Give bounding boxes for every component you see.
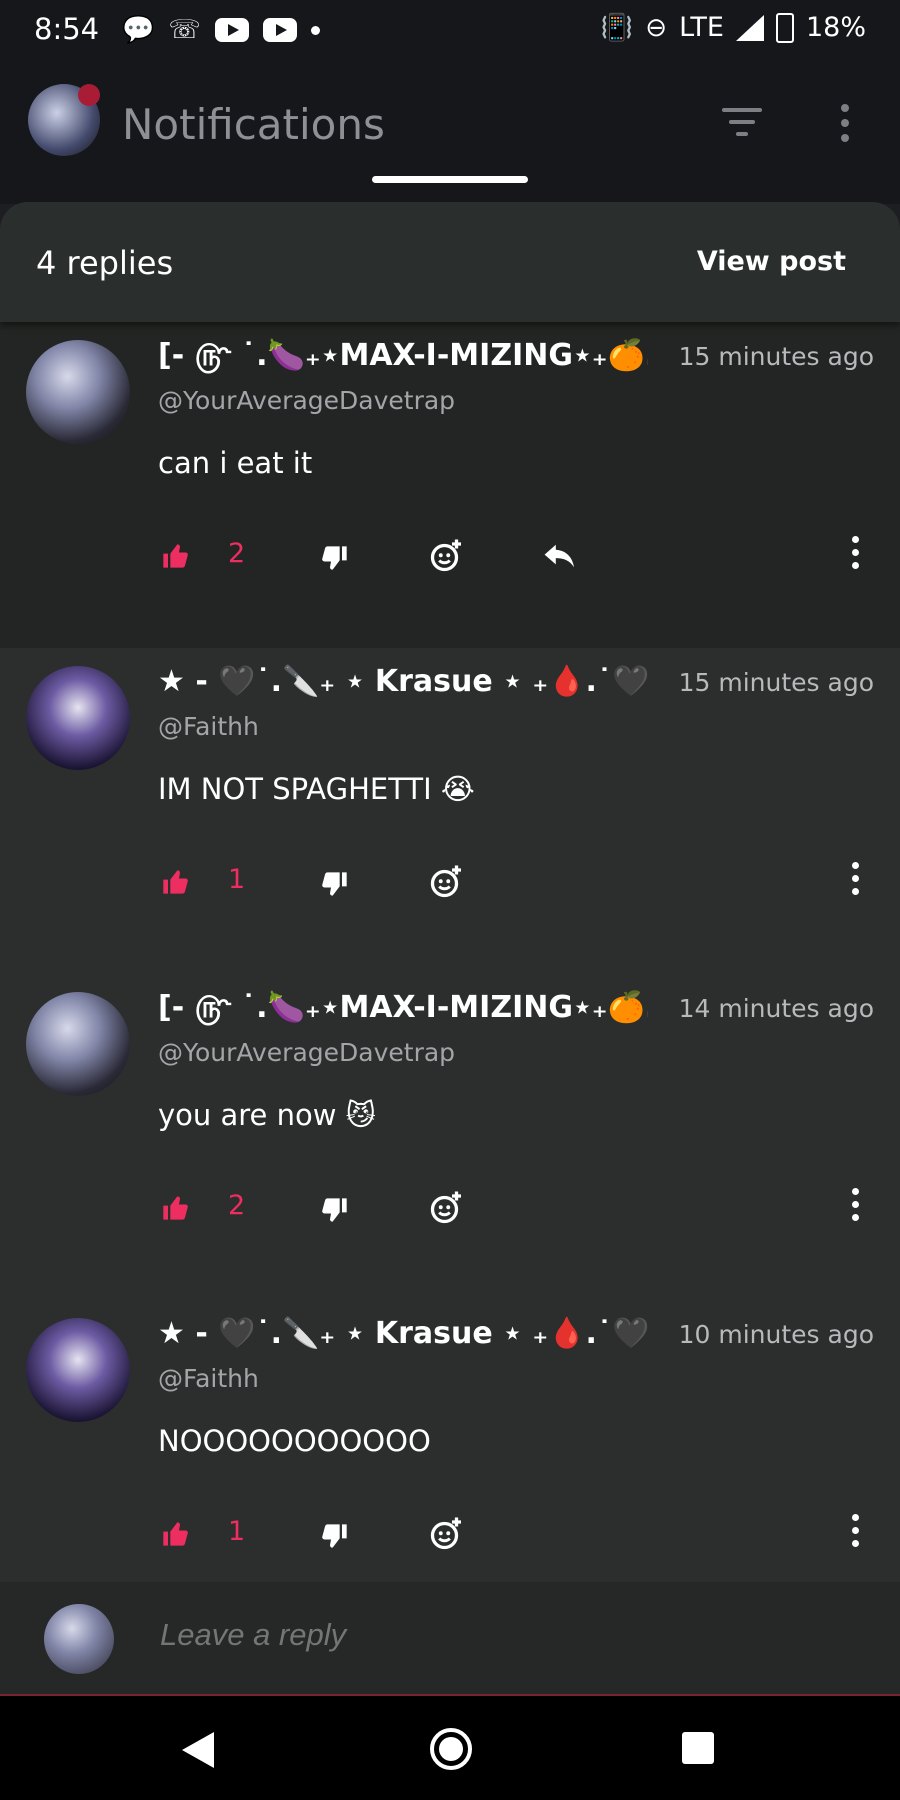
dislike-icon[interactable] — [320, 1522, 350, 1550]
more-options-icon[interactable] — [850, 1514, 860, 1554]
comment-author-name[interactable]: ★ - 🖤˙.🔪₊ ⋆ Krasue ⋆ ₊🩸.˙🖤 — [158, 664, 648, 699]
like-count: 1 — [228, 864, 246, 895]
dislike-icon[interactable] — [320, 1196, 350, 1224]
more-options-icon[interactable] — [850, 1188, 860, 1228]
more-options-icon[interactable] — [850, 862, 860, 902]
avatar[interactable] — [26, 340, 130, 444]
replies-count: 4 replies — [36, 244, 174, 282]
battery-percent: 18% — [805, 12, 866, 43]
status-bar: 8:54 💬 ☏ 📳 ⊖ LTE 18% — [0, 0, 900, 64]
comment-timestamp: 15 minutes ago — [678, 668, 874, 697]
comment-item: [- ௹ ˙.🍆₊⋆MAX-I-MIZING⋆₊🍊.˙ 14 minutes a… — [0, 974, 900, 1300]
add-reaction-icon[interactable] — [428, 864, 464, 900]
comment-author-handle[interactable]: @YourAverageDavetrap — [158, 386, 455, 415]
more-options-icon[interactable] — [850, 536, 860, 576]
comment-author-handle[interactable]: @Faithh — [158, 1364, 259, 1393]
reply-input[interactable] — [158, 1616, 567, 1654]
like-count: 1 — [228, 1516, 246, 1547]
comment-timestamp: 15 minutes ago — [678, 342, 874, 371]
comment-author-handle[interactable]: @Faithh — [158, 712, 259, 741]
filter-icon[interactable] — [722, 108, 762, 140]
comment-author-name[interactable]: [- ௹ ˙.🍆₊⋆MAX-I-MIZING⋆₊🍊.˙ — [158, 990, 648, 1029]
comment-timestamp: 14 minutes ago — [678, 994, 874, 1023]
comment-author-name[interactable]: ★ - 🖤˙.🔪₊ ⋆ Krasue ⋆ ₊🩸.˙🖤 — [158, 1316, 648, 1351]
comment-timestamp: 10 minutes ago — [678, 1320, 874, 1349]
sheet-header: 4 replies View post — [0, 202, 900, 322]
network-type: LTE — [679, 12, 724, 43]
comment-actions: 1 — [160, 862, 880, 904]
add-reaction-icon[interactable] — [428, 1516, 464, 1552]
comment-actions: 1 — [160, 1514, 880, 1556]
avatar[interactable] — [26, 992, 130, 1096]
vibrate-icon: 📳 — [600, 12, 634, 43]
avatar[interactable] — [26, 1318, 130, 1422]
comment-text: NOOOOOOOOOOO — [158, 1424, 431, 1458]
more-vert-icon[interactable] — [840, 104, 850, 146]
page-title: Notifications — [122, 100, 385, 149]
comment-item: ★ - 🖤˙.🔪₊ ⋆ Krasue ⋆ ₊🩸.˙🖤 15 minutes ag… — [0, 648, 900, 974]
system-icons: 📳 ⊖ LTE 18% — [601, 12, 866, 43]
like-count: 2 — [228, 538, 246, 569]
missed-call-icon: ☏ — [168, 15, 201, 45]
comment-text: you are now 😼 — [158, 1098, 376, 1132]
comment-text: can i eat it — [158, 446, 313, 480]
youtube-icon — [214, 18, 249, 42]
navigation-bar — [0, 1696, 900, 1800]
youtube-icon — [262, 18, 297, 42]
like-icon[interactable] — [160, 542, 190, 570]
add-reaction-icon[interactable] — [428, 1190, 464, 1226]
signal-icon — [735, 14, 764, 41]
comment-actions: 2 — [160, 1188, 880, 1230]
do-not-disturb-icon: ⊖ — [645, 12, 668, 43]
like-icon[interactable] — [160, 1520, 190, 1548]
app-bar: Notifications — [0, 64, 900, 204]
recent-apps-icon[interactable] — [682, 1732, 714, 1764]
view-post-button[interactable]: View post — [697, 246, 846, 277]
avatar[interactable] — [26, 666, 130, 770]
replies-sheet: 4 replies View post [- ௹ ˙.🍆₊⋆MAX-I-MIZI… — [0, 202, 900, 1582]
like-icon[interactable] — [160, 868, 190, 896]
like-icon[interactable] — [160, 1194, 190, 1222]
comment-actions: 2 — [160, 536, 880, 578]
avatar — [44, 1604, 114, 1674]
dislike-icon[interactable] — [320, 544, 350, 572]
like-count: 2 — [228, 1190, 246, 1221]
status-time: 8:54 — [34, 12, 100, 46]
sheet-drag-handle[interactable] — [372, 176, 528, 183]
comment-text: IM NOT SPAGHETTI 😭 — [158, 772, 475, 806]
back-icon[interactable] — [182, 1732, 214, 1768]
comment-item: [- ௹ ˙.🍆₊⋆MAX-I-MIZING⋆₊🍊.˙ 15 minutes a… — [0, 322, 900, 648]
home-icon[interactable] — [430, 1728, 472, 1770]
dot-icon — [310, 25, 320, 35]
chat-bubble-icon: 💬 — [122, 15, 155, 45]
comment-item: ★ - 🖤˙.🔪₊ ⋆ Krasue ⋆ ₊🩸.˙🖤 10 minutes ag… — [0, 1300, 900, 1582]
reply-icon[interactable] — [542, 542, 578, 570]
comment-author-handle[interactable]: @YourAverageDavetrap — [158, 1038, 455, 1067]
battery-charging-icon — [775, 12, 794, 43]
comment-author-name[interactable]: [- ௹ ˙.🍆₊⋆MAX-I-MIZING⋆₊🍊.˙ — [158, 338, 648, 377]
notification-icons: 💬 ☏ — [122, 16, 320, 44]
dislike-icon[interactable] — [320, 870, 350, 898]
reply-bar — [0, 1582, 900, 1696]
add-reaction-icon[interactable] — [428, 538, 464, 574]
notification-badge — [78, 84, 100, 106]
